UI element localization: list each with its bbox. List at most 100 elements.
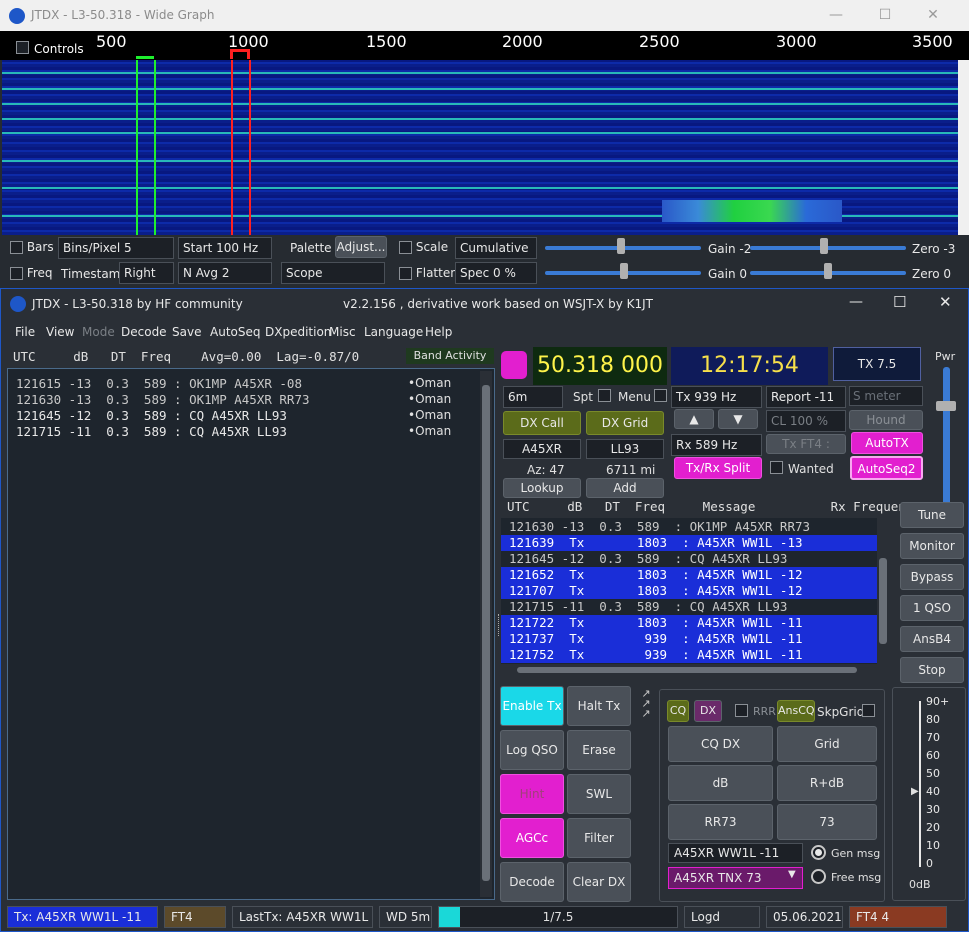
dx-grid-input[interactable]: LL93 xyxy=(586,439,664,459)
free-msg-radio[interactable] xyxy=(811,869,826,884)
monitor-button[interactable]: Monitor xyxy=(900,533,964,559)
r-db-button[interactable]: R+dB xyxy=(777,765,877,801)
cumulative-select[interactable]: Cumulative xyxy=(455,237,537,259)
skpgrid-checkbox[interactable] xyxy=(862,704,875,717)
erase-button[interactable]: Erase xyxy=(567,730,631,770)
frequency-display[interactable]: 50.318 000 xyxy=(533,347,667,385)
dx-call-button[interactable]: DX Call xyxy=(503,411,581,435)
halt-tx-button[interactable]: Halt Tx xyxy=(567,686,631,726)
lookup-button[interactable]: Lookup xyxy=(503,478,581,498)
power-slider-handle[interactable] xyxy=(936,401,956,411)
frequency-ruler[interactable]: Controls 500 1000 1500 2000 2500 3000 35… xyxy=(0,31,969,60)
rx-vertical-scrollbar[interactable] xyxy=(877,518,889,664)
band-line[interactable]: 121630 -13 0.3 589 : OK1MP A45XR RR73 xyxy=(16,392,310,407)
spec-spinbox[interactable]: Spec 0 % xyxy=(455,262,537,284)
zero-slider-handle[interactable] xyxy=(820,238,828,254)
autotx-button[interactable]: AutoTX xyxy=(851,432,923,454)
band-line[interactable]: 121645 -12 0.3 589 : CQ A45XR LL93 xyxy=(16,408,287,423)
band-line[interactable]: 121715 -11 0.3 589 : CQ A45XR LL93 xyxy=(16,424,287,439)
navg-spinbox[interactable]: N Avg 2 xyxy=(178,262,272,284)
zero-slider[interactable] xyxy=(750,246,906,250)
cl-spinbox[interactable]: CL 100 % xyxy=(766,410,846,432)
chevron-down-icon[interactable]: ▼ xyxy=(788,869,796,880)
bars-checkbox[interactable]: Bars xyxy=(10,240,54,254)
tx-rx-split-button[interactable]: Tx/Rx Split xyxy=(674,457,762,479)
up-arrow-button[interactable]: ▲ xyxy=(674,409,714,429)
rx-line[interactable]: 121630 -13 0.3 589 : OK1MP A45XR RR73 xyxy=(501,519,877,535)
gain2-slider-handle[interactable] xyxy=(620,263,628,279)
hound-button[interactable]: Hound xyxy=(849,410,923,430)
scope-select[interactable]: Scope xyxy=(281,262,385,284)
ansb4-button[interactable]: AnsB4 xyxy=(900,626,964,652)
waterfall-display[interactable] xyxy=(2,60,958,235)
decode-button[interactable]: Decode xyxy=(500,862,564,902)
maximize-icon[interactable]: ☐ xyxy=(893,293,906,311)
controls-checkbox[interactable] xyxy=(16,41,29,54)
maximize-icon[interactable]: ☐ xyxy=(870,4,900,26)
menu-dxpedition[interactable]: DXpedition xyxy=(265,325,331,339)
band-line[interactable]: 121615 -13 0.3 589 : OK1MP A45XR -08 xyxy=(16,376,302,391)
report-spinbox[interactable]: Report -11 xyxy=(766,386,846,408)
seventy-three-button[interactable]: 73 xyxy=(777,804,877,840)
minimize-icon[interactable]: — xyxy=(849,294,863,310)
down-arrow-button[interactable]: ▼ xyxy=(718,409,758,429)
menu-file[interactable]: File xyxy=(15,325,35,339)
menu-save[interactable]: Save xyxy=(172,325,201,339)
rx-frequency-spinbox[interactable]: Rx 589 Hz xyxy=(671,434,762,456)
menu-help[interactable]: Help xyxy=(425,325,452,339)
menu-language[interactable]: Language xyxy=(364,325,423,339)
rx-horizontal-scrollbar[interactable] xyxy=(501,664,877,676)
close-icon[interactable]: ✕ xyxy=(939,293,952,311)
rx-line[interactable]: 121639 Tx 1803 : A45XR WW1L -13 xyxy=(501,535,877,551)
tx-ft4-button[interactable]: Tx FT4 : xyxy=(766,434,846,454)
swl-mode-button[interactable]: SWL mode xyxy=(567,774,631,839)
menu-checkbox[interactable] xyxy=(598,389,611,402)
close-icon[interactable]: ✕ xyxy=(918,4,948,26)
autoseq2-button[interactable]: AutoSeq2 xyxy=(850,456,923,480)
bypass-button[interactable]: Bypass xyxy=(900,564,964,590)
hint-button[interactable]: Hint xyxy=(500,774,564,814)
menu-view[interactable]: View xyxy=(46,325,74,339)
grid-button[interactable]: Grid xyxy=(777,726,877,762)
sequence-arrows-icon[interactable]: ↗ ↗ ↗ xyxy=(637,688,655,723)
rx-line[interactable]: 121715 -11 0.3 589 : CQ A45XR LL93 xyxy=(501,599,877,615)
free-msg-select[interactable]: A45XR TNX 73 xyxy=(668,867,803,889)
scale-checkbox[interactable]: Scale xyxy=(399,240,448,254)
cq-button[interactable]: CQ xyxy=(667,700,689,722)
menu-misc[interactable]: Misc xyxy=(329,325,356,339)
band-select[interactable]: 6m xyxy=(503,386,563,408)
rx-line[interactable]: 121707 Tx 1803 : A45XR WW1L -12 xyxy=(501,583,877,599)
power-slider[interactable] xyxy=(943,367,950,517)
clear-dx-button[interactable]: Clear DX xyxy=(567,862,631,902)
timestamp-select[interactable]: Right xyxy=(119,262,174,284)
rx-line[interactable]: 121645 -12 0.3 589 : CQ A45XR LL93 xyxy=(501,551,877,567)
menu-decode[interactable]: Decode xyxy=(121,325,167,339)
tx-frequency-spinbox[interactable]: Tx 939 Hz xyxy=(671,386,762,408)
bins-pixel-spinbox[interactable]: Bins/Pixel 5 xyxy=(58,237,174,259)
gen-msg-input[interactable]: A45XR WW1L -11 xyxy=(668,843,803,863)
rr73-button[interactable]: RR73 xyxy=(668,804,773,840)
start-frequency-spinbox[interactable]: Start 100 Hz xyxy=(178,237,272,259)
menu-mode[interactable]: Mode xyxy=(82,325,115,339)
flatten-checkbox[interactable]: Flatten xyxy=(399,266,458,280)
agcc-button[interactable]: AGCc xyxy=(500,818,564,858)
gen-msg-radio[interactable] xyxy=(811,845,826,860)
add-button[interactable]: Add xyxy=(586,478,664,498)
rx-line[interactable]: 121737 Tx 939 : A45XR WW1L -11 xyxy=(501,631,877,647)
menu-autoseq[interactable]: AutoSeq xyxy=(210,325,260,339)
enable-tx-button[interactable]: Enable Tx xyxy=(500,686,564,726)
cq-dx-button[interactable]: CQ DX xyxy=(668,726,773,762)
dx-call-input[interactable]: A45XR xyxy=(503,439,581,459)
anscq-button[interactable]: AnsCQ xyxy=(777,700,815,722)
dx-button[interactable]: DX xyxy=(694,700,722,722)
minimize-icon[interactable]: — xyxy=(821,4,851,26)
stop-button[interactable]: Stop xyxy=(900,657,964,683)
rrr-checkbox[interactable] xyxy=(735,704,748,717)
menu2-checkbox[interactable] xyxy=(654,389,667,402)
rx-line[interactable]: 121722 Tx 1803 : A45XR WW1L -11 xyxy=(501,615,877,631)
gain-slider-handle[interactable] xyxy=(617,238,625,254)
freq-checkbox[interactable]: Freq xyxy=(10,266,53,280)
band-scrollbar[interactable] xyxy=(480,371,492,897)
tune-button[interactable]: Tune xyxy=(900,502,964,528)
filter-button[interactable]: Filter xyxy=(567,818,631,858)
